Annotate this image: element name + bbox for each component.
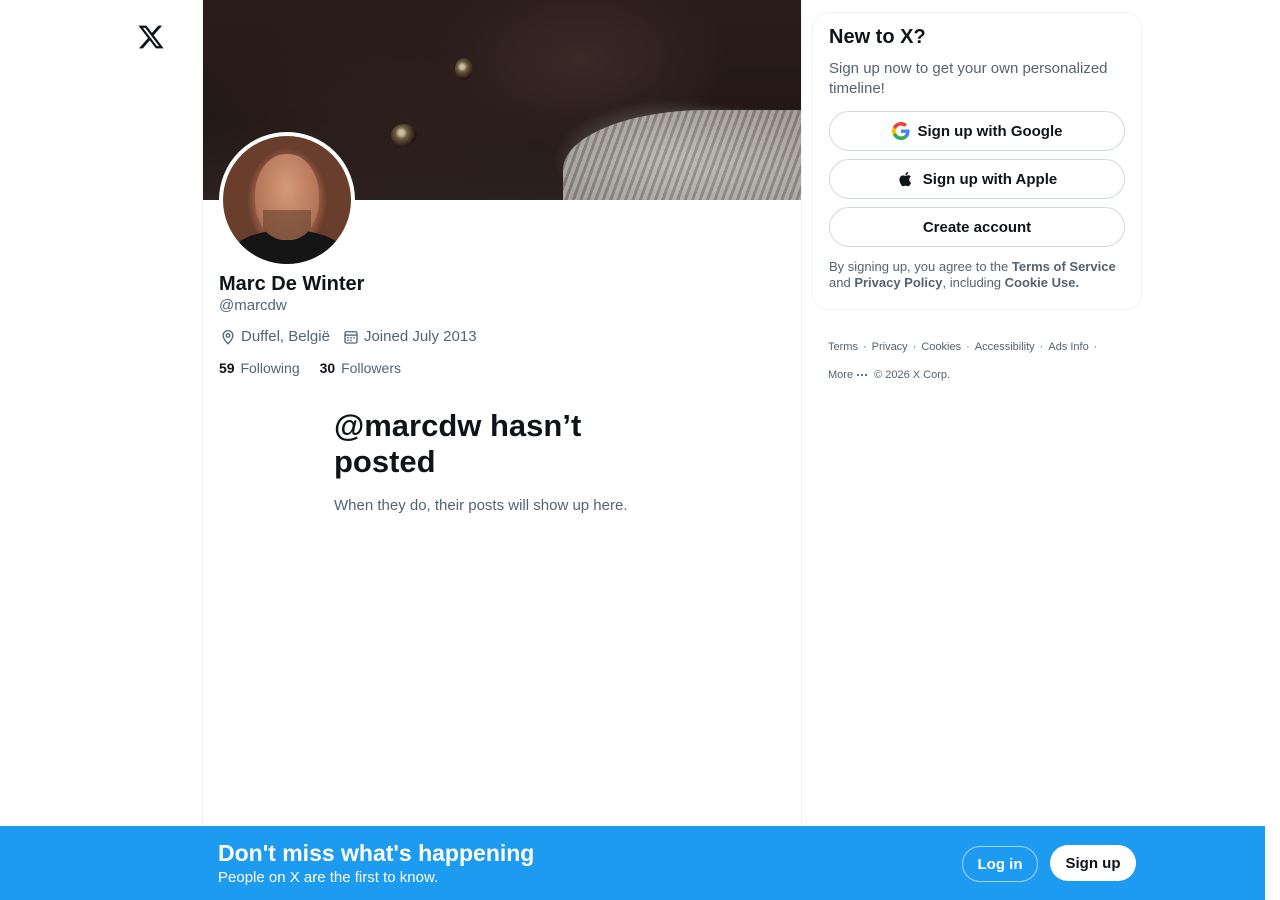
profile-name: Marc De Winter xyxy=(219,273,365,295)
footer-copyright: © 2026 X Corp. xyxy=(874,369,951,381)
privacy-policy-link[interactable]: Privacy Policy xyxy=(854,275,942,290)
footer-ads-info-link[interactable]: Ads Info xyxy=(1048,340,1088,354)
footer-more-button[interactable]: More xyxy=(828,368,868,382)
profile-handle: @marcdw xyxy=(219,297,287,314)
apple-icon xyxy=(899,171,911,187)
legal-and: and xyxy=(829,275,855,290)
create-account-button[interactable]: Create account xyxy=(829,207,1125,247)
empty-posts-state: @marcdw hasn’t posted When they do, thei… xyxy=(334,408,674,516)
x-logo-icon[interactable] xyxy=(128,14,174,60)
following-link[interactable]: 59 Following xyxy=(219,358,300,378)
followers-label: Followers xyxy=(341,360,401,376)
profile-joined: Joined July 2013 xyxy=(342,327,477,347)
footer-separator: · xyxy=(912,341,917,353)
footer-accessibility-link[interactable]: Accessibility xyxy=(975,340,1035,354)
profile-avatar[interactable] xyxy=(219,132,355,268)
login-button[interactable]: Log in xyxy=(962,846,1038,882)
footer-more-label: More xyxy=(828,369,854,381)
location-pin-icon xyxy=(222,330,234,345)
footer-cookies-link[interactable]: Cookies xyxy=(921,340,961,354)
profile-meta: Duffel, België Joined July 2013 xyxy=(219,327,489,347)
signup-card: New to X? Sign up now to get your own pe… xyxy=(812,12,1142,310)
bottom-bar-title: Don't miss what's happening xyxy=(218,840,535,866)
google-icon xyxy=(891,122,910,140)
followers-link[interactable]: 30 Followers xyxy=(320,358,401,378)
profile-location: Duffel, België xyxy=(219,327,330,347)
signup-card-heading: New to X? xyxy=(829,26,926,48)
signup-legal-text: By signing up, you agree to the Terms of… xyxy=(829,259,1125,291)
footer-privacy-link[interactable]: Privacy xyxy=(872,340,908,354)
cookie-use-link[interactable]: Cookie Use. xyxy=(1005,275,1079,290)
signup-card-description: Sign up now to get your own personalized… xyxy=(829,60,1108,97)
following-count: 59 xyxy=(219,360,235,376)
terms-of-service-link[interactable]: Terms of Service xyxy=(1012,259,1116,274)
legal-prefix: By signing up, you agree to the xyxy=(829,259,1012,274)
profile-joined-text: Joined July 2013 xyxy=(363,328,477,345)
more-dots-icon xyxy=(856,373,868,377)
bottom-signup-bar: Don't miss what's happening People on X … xyxy=(0,826,1265,900)
profile-location-text: Duffel, België xyxy=(241,328,330,345)
empty-posts-subtitle: When they do, their posts will show up h… xyxy=(334,497,628,514)
empty-posts-title: @marcdw hasn’t posted xyxy=(334,408,582,479)
footer-separator: · xyxy=(966,341,970,353)
create-account-label: Create account xyxy=(922,218,1032,236)
signup-button[interactable]: Sign up xyxy=(1050,845,1136,881)
signup-google-label: Sign up with Google xyxy=(917,122,1063,140)
signup-google-button[interactable]: Sign up with Google xyxy=(829,111,1125,151)
calendar-icon xyxy=(344,331,358,344)
profile-stats: 59 Following 30 Followers xyxy=(219,358,421,378)
legal-including: , including xyxy=(942,275,1005,290)
following-label: Following xyxy=(240,360,300,376)
footer-links: Terms · Privacy · Cookies · Accessibilit… xyxy=(828,340,1118,382)
signup-apple-label: Sign up with Apple xyxy=(922,170,1058,188)
footer-separator: · xyxy=(1093,341,1098,353)
footer-separator: · xyxy=(1039,341,1044,353)
profile-column: Marc De Winter @marcdw Duffel, België Jo… xyxy=(202,0,802,900)
followers-count: 30 xyxy=(319,360,336,376)
footer-separator: · xyxy=(862,341,867,353)
footer-terms-link[interactable]: Terms xyxy=(828,340,858,354)
signup-apple-button[interactable]: Sign up with Apple xyxy=(829,159,1125,199)
bottom-bar-subtitle: People on X are the first to know. xyxy=(218,869,439,886)
